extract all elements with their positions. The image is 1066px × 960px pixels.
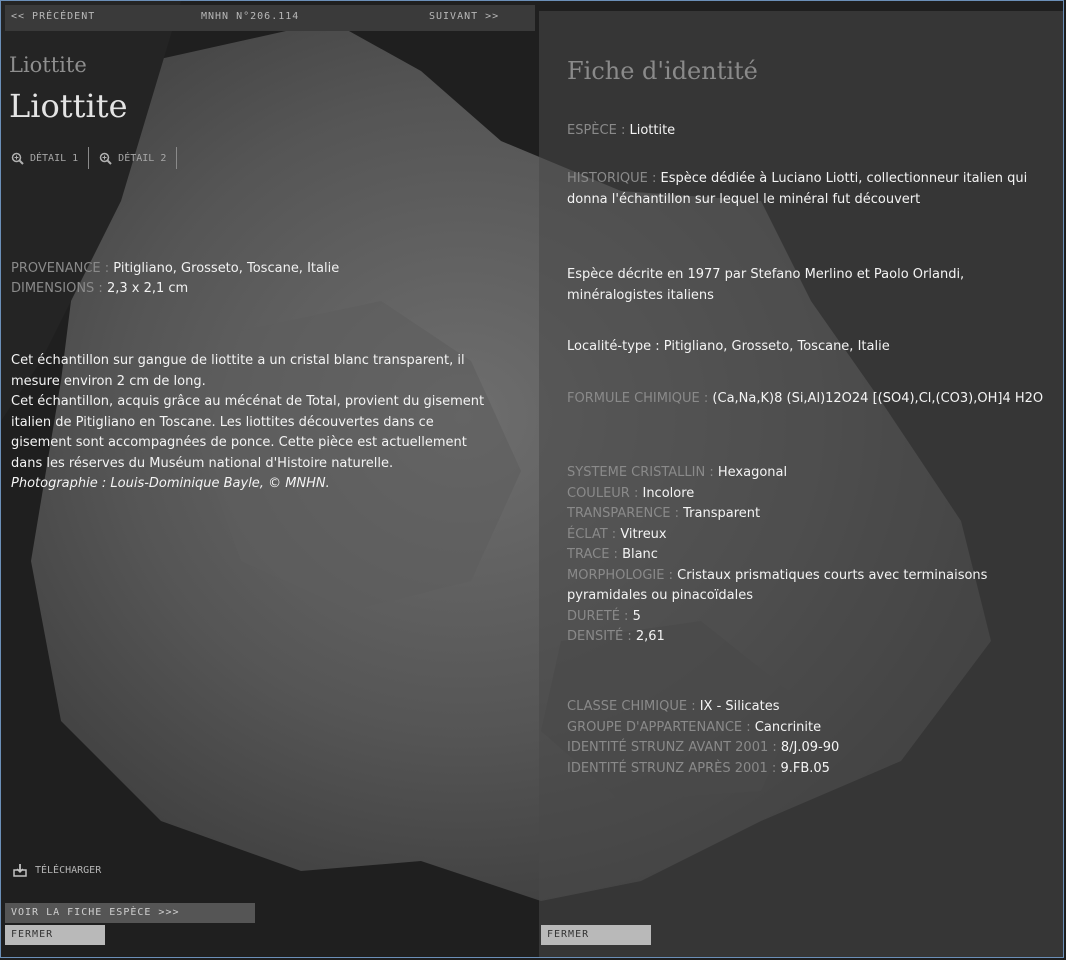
eclat-key: ÉCLAT : bbox=[567, 526, 617, 542]
groupe-key: GROUPE D'APPARTENANCE : bbox=[567, 719, 751, 735]
close-button[interactable]: FERMER bbox=[5, 925, 105, 945]
classe-key: CLASSE CHIMIQUE : bbox=[567, 699, 696, 714]
download-icon bbox=[13, 864, 27, 877]
strunz-avant-key: IDENTITÉ STRUNZ AVANT 2001 : bbox=[567, 740, 777, 755]
specimen-description: Cet échantillon sur gangue de liottite a… bbox=[11, 351, 491, 495]
durete-key: DURETÉ : bbox=[567, 608, 629, 624]
detail-1-link[interactable]: DÉTAIL 1 bbox=[11, 152, 88, 165]
identity-title: Fiche d'identité bbox=[567, 57, 758, 85]
trace-value: Blanc bbox=[622, 547, 658, 562]
strunz-avant-row: IDENTITÉ STRUNZ AVANT 2001 : 8/J.09-90 bbox=[567, 738, 1047, 759]
espece-key: ESPÈCE : bbox=[567, 123, 626, 138]
classe-value: IX - Silicates bbox=[699, 699, 780, 714]
systeme-row: SYSTEME CRISTALLIN : Hexagonal bbox=[567, 463, 1047, 484]
trace-row: TRACE : Blanc bbox=[567, 545, 1047, 566]
description-paragraph: Cet échantillon sur gangue de liottite a… bbox=[11, 353, 465, 389]
couleur-row: COULEUR : Incolore bbox=[567, 484, 1047, 505]
densite-value: 2,61 bbox=[635, 629, 665, 644]
zoom-icon bbox=[99, 152, 112, 165]
divider bbox=[88, 147, 90, 169]
strunz-apres-key: IDENTITÉ STRUNZ APRÈS 2001 : bbox=[567, 760, 777, 776]
espece-row: ESPÈCE : Liottite bbox=[567, 121, 1047, 142]
description-year: Espèce décrite en 1977 par Stefano Merli… bbox=[567, 267, 965, 303]
dimensions-value: 2,3 x 2,1 cm bbox=[106, 281, 189, 296]
historique-key: HISTORIQUE : bbox=[567, 171, 657, 186]
historique-row: HISTORIQUE : Espèce dédiée à Luciano Lio… bbox=[567, 169, 1047, 210]
photo-credit: Photographie : Louis-Dominique Bayle, © … bbox=[11, 476, 330, 491]
provenance-row: PROVENANCE : Pitigliano, Grosseto, Tosca… bbox=[11, 259, 339, 279]
previous-link[interactable]: << PRÉCÉDENT bbox=[11, 11, 95, 22]
detail-2-link[interactable]: DÉTAIL 2 bbox=[99, 152, 176, 165]
durete-value: 5 bbox=[632, 608, 641, 624]
detail-links: DÉTAIL 1 DÉTAIL 2 bbox=[11, 147, 187, 169]
systeme-key: SYSTEME CRISTALLIN : bbox=[567, 465, 714, 480]
transparence-key: TRANSPARENCE : bbox=[567, 506, 679, 521]
detail-2-label: DÉTAIL 2 bbox=[118, 152, 167, 164]
espece-value: Liottite bbox=[629, 123, 676, 138]
groupe-value: Cancrinite bbox=[754, 719, 822, 735]
couleur-key: COULEUR : bbox=[567, 485, 639, 501]
specimen-title: Liottite bbox=[9, 87, 128, 125]
dimensions-key: DIMENSIONS : bbox=[11, 281, 103, 296]
systeme-value: Hexagonal bbox=[717, 465, 788, 480]
provenance-key: PROVENANCE : bbox=[11, 261, 110, 276]
viewer-frame: << PRÉCÉDENT MNHN N°206.114 SUIVANT >> L… bbox=[0, 0, 1064, 958]
dimensions-row: DIMENSIONS : 2,3 x 2,1 cm bbox=[11, 279, 339, 299]
divider bbox=[176, 147, 178, 169]
couleur-value: Incolore bbox=[642, 485, 695, 501]
zoom-icon bbox=[11, 152, 24, 165]
morphologie-row: MORPHOLOGIE : Cristaux prismatiques cour… bbox=[567, 566, 1047, 607]
localite-type: Localité-type : Pitigliano, Grosseto, To… bbox=[567, 339, 890, 354]
next-link[interactable]: SUIVANT >> bbox=[429, 11, 499, 22]
detail-1-label: DÉTAIL 1 bbox=[30, 152, 79, 164]
densite-row: DENSITÉ : 2,61 bbox=[567, 627, 1047, 648]
strunz-apres-row: IDENTITÉ STRUNZ APRÈS 2001 : 9.FB.05 bbox=[567, 759, 1047, 780]
scientific-name: Liottite bbox=[9, 53, 87, 77]
transparence-value: Transparent bbox=[683, 506, 761, 521]
identity-panel: Fiche d'identité ESPÈCE : Liottite HISTO… bbox=[539, 11, 1063, 957]
formule-row: FORMULE CHIMIQUE : (Ca,Na,K)8 (Si,Al)12O… bbox=[567, 389, 1047, 410]
specimen-metadata: PROVENANCE : Pitigliano, Grosseto, Tosca… bbox=[11, 259, 339, 299]
species-sheet-button[interactable]: VOIR LA FICHE ESPÈCE >>> bbox=[5, 903, 255, 923]
transparence-row: TRANSPARENCE : Transparent bbox=[567, 504, 1047, 525]
eclat-row: ÉCLAT : Vitreux bbox=[567, 525, 1047, 546]
trace-key: TRACE : bbox=[567, 547, 618, 562]
catalog-number: MNHN N°206.114 bbox=[201, 11, 300, 22]
properties-list: SYSTEME CRISTALLIN : Hexagonal COULEUR :… bbox=[567, 463, 1047, 648]
description-paragraph: Cet échantillon, acquis grâce au mécénat… bbox=[11, 394, 485, 471]
download-label: TÉLÉCHARGER bbox=[35, 864, 102, 876]
close-identity-button[interactable]: FERMER bbox=[541, 925, 651, 945]
download-link[interactable]: TÉLÉCHARGER bbox=[13, 863, 101, 877]
durete-row: DURETÉ : 5 bbox=[567, 607, 1047, 628]
specimen-panel: << PRÉCÉDENT MNHN N°206.114 SUIVANT >> L… bbox=[1, 1, 539, 957]
strunz-avant-value: 8/J.09-90 bbox=[780, 740, 840, 755]
morphologie-key: MORPHOLOGIE : bbox=[567, 567, 673, 583]
formule-key: FORMULE CHIMIQUE : bbox=[567, 391, 709, 406]
classe-row: CLASSE CHIMIQUE : IX - Silicates bbox=[567, 697, 1047, 718]
navigation-bar: << PRÉCÉDENT MNHN N°206.114 SUIVANT >> bbox=[5, 5, 535, 31]
groupe-row: GROUPE D'APPARTENANCE : Cancrinite bbox=[567, 718, 1047, 739]
strunz-apres-value: 9.FB.05 bbox=[780, 760, 830, 776]
formule-value: (Ca,Na,K)8 (Si,Al)12O24 [(SO4),Cl,(CO3),… bbox=[712, 391, 1044, 406]
eclat-value: Vitreux bbox=[620, 526, 667, 542]
classification-list: CLASSE CHIMIQUE : IX - Silicates GROUPE … bbox=[567, 697, 1047, 779]
densite-key: DENSITÉ : bbox=[567, 629, 632, 644]
provenance-value: Pitigliano, Grosseto, Toscane, Italie bbox=[113, 261, 340, 276]
